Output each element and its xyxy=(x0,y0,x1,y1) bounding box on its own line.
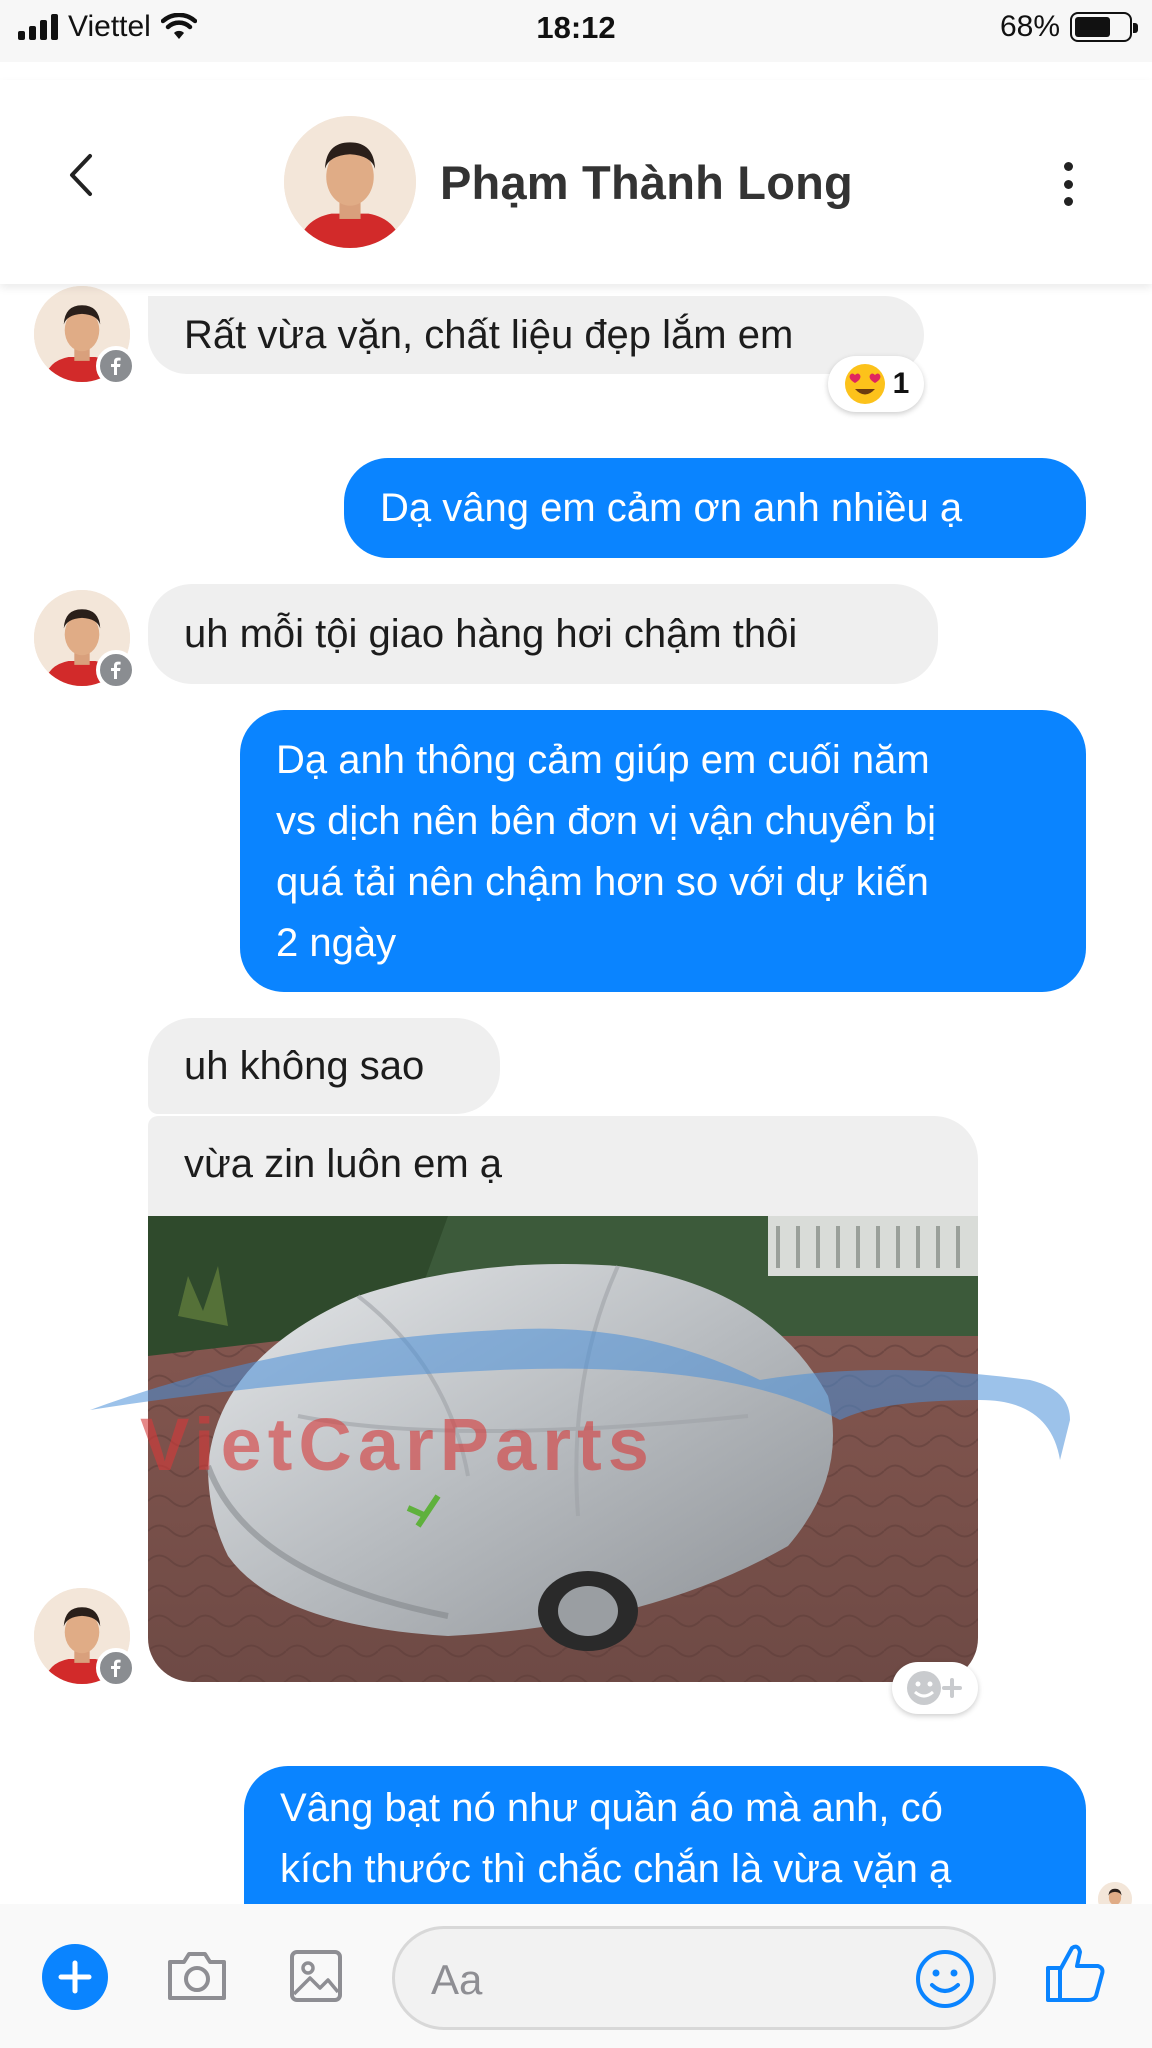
message-composer xyxy=(0,1904,1152,2048)
smiley-icon xyxy=(916,1950,974,2008)
message-bubble-outgoing[interactable]: Dạ vâng em cảm ơn anh nhiều ạ xyxy=(344,458,1086,558)
reaction-count: 1 xyxy=(892,367,910,400)
message-line: 2 ngày xyxy=(276,921,397,965)
add-emoji-icon xyxy=(907,1671,962,1705)
facebook-icon xyxy=(96,346,136,386)
more-actions-button[interactable] xyxy=(42,1944,108,2010)
sender-avatar[interactable] xyxy=(34,286,136,386)
message-bubble-incoming[interactable]: Rất vừa vặn, chất liệu đẹp lắm em xyxy=(148,296,924,374)
car-cover-photo[interactable] xyxy=(148,1216,978,1682)
status-bar: Viettel 18:12 68% xyxy=(0,0,1152,62)
message-bubble-outgoing[interactable]: Vâng bạt nó như quần áo mà anh, có kích … xyxy=(244,1766,1086,1904)
battery-percent: 68% xyxy=(999,10,1060,43)
message-reaction[interactable]: 1 xyxy=(828,356,924,412)
message-bubble-outgoing[interactable]: Dạ anh thông cảm giúp em cuối năm vs dịc… xyxy=(240,710,1086,992)
message-line: quá tải nên chậm hơn so với dự kiến xyxy=(276,860,929,904)
message-input[interactable] xyxy=(431,1955,891,2005)
clock: 18:12 xyxy=(536,10,616,45)
more-vertical-icon xyxy=(1063,162,1073,171)
sender-avatar[interactable] xyxy=(34,590,136,690)
camera-icon xyxy=(168,1952,226,2000)
message-line: kích thước thì chắc chắn là vừa vặn ạ xyxy=(280,1847,952,1891)
emoji-button[interactable] xyxy=(913,1947,977,2011)
message-bubble-incoming[interactable]: vừa zin luôn em ạ xyxy=(148,1116,978,1216)
message-line: vs dịch nên bên đơn vị vận chuyển bị xyxy=(276,799,936,843)
back-button[interactable] xyxy=(58,150,108,200)
message-text: uh không sao xyxy=(184,1044,425,1088)
thumbs-up-icon xyxy=(1046,1944,1105,2002)
message-text: Rất vừa vặn, chất liệu đẹp lắm em xyxy=(184,313,794,357)
gallery-button[interactable] xyxy=(286,1946,352,2006)
battery-icon xyxy=(1070,12,1138,42)
facebook-icon xyxy=(96,1648,136,1688)
message-bubble-incoming[interactable]: uh không sao xyxy=(148,1018,500,1114)
more-options-button[interactable] xyxy=(1056,162,1080,206)
image-icon xyxy=(290,1950,342,2002)
add-reaction-button[interactable] xyxy=(892,1662,978,1714)
message-input-container xyxy=(392,1926,996,2030)
message-text: vừa zin luôn em ạ xyxy=(184,1142,503,1186)
camera-button[interactable] xyxy=(164,1946,230,2006)
facebook-icon xyxy=(96,650,136,690)
like-button[interactable] xyxy=(1040,1938,1110,2008)
message-text: Dạ vâng em cảm ơn anh nhiều ạ xyxy=(380,486,963,530)
contact-avatar[interactable] xyxy=(284,116,416,248)
plus-icon xyxy=(58,1960,92,1994)
contact-name[interactable]: Phạm Thành Long xyxy=(440,155,853,210)
message-bubble-incoming[interactable]: uh mỗi tội giao hàng hơi chậm thôi xyxy=(148,584,938,684)
chevron-left-icon xyxy=(70,154,92,196)
sender-avatar[interactable] xyxy=(34,1588,136,1688)
heart-eyes-emoji-icon xyxy=(844,364,885,404)
message-line: Dạ anh thông cảm giúp em cuối năm xyxy=(276,738,930,782)
conversation-header: Phạm Thành Long xyxy=(0,80,1152,284)
message-text: uh mỗi tội giao hàng hơi chậm thôi xyxy=(184,612,798,656)
message-line: Vâng bạt nó như quần áo mà anh, có xyxy=(280,1786,943,1830)
